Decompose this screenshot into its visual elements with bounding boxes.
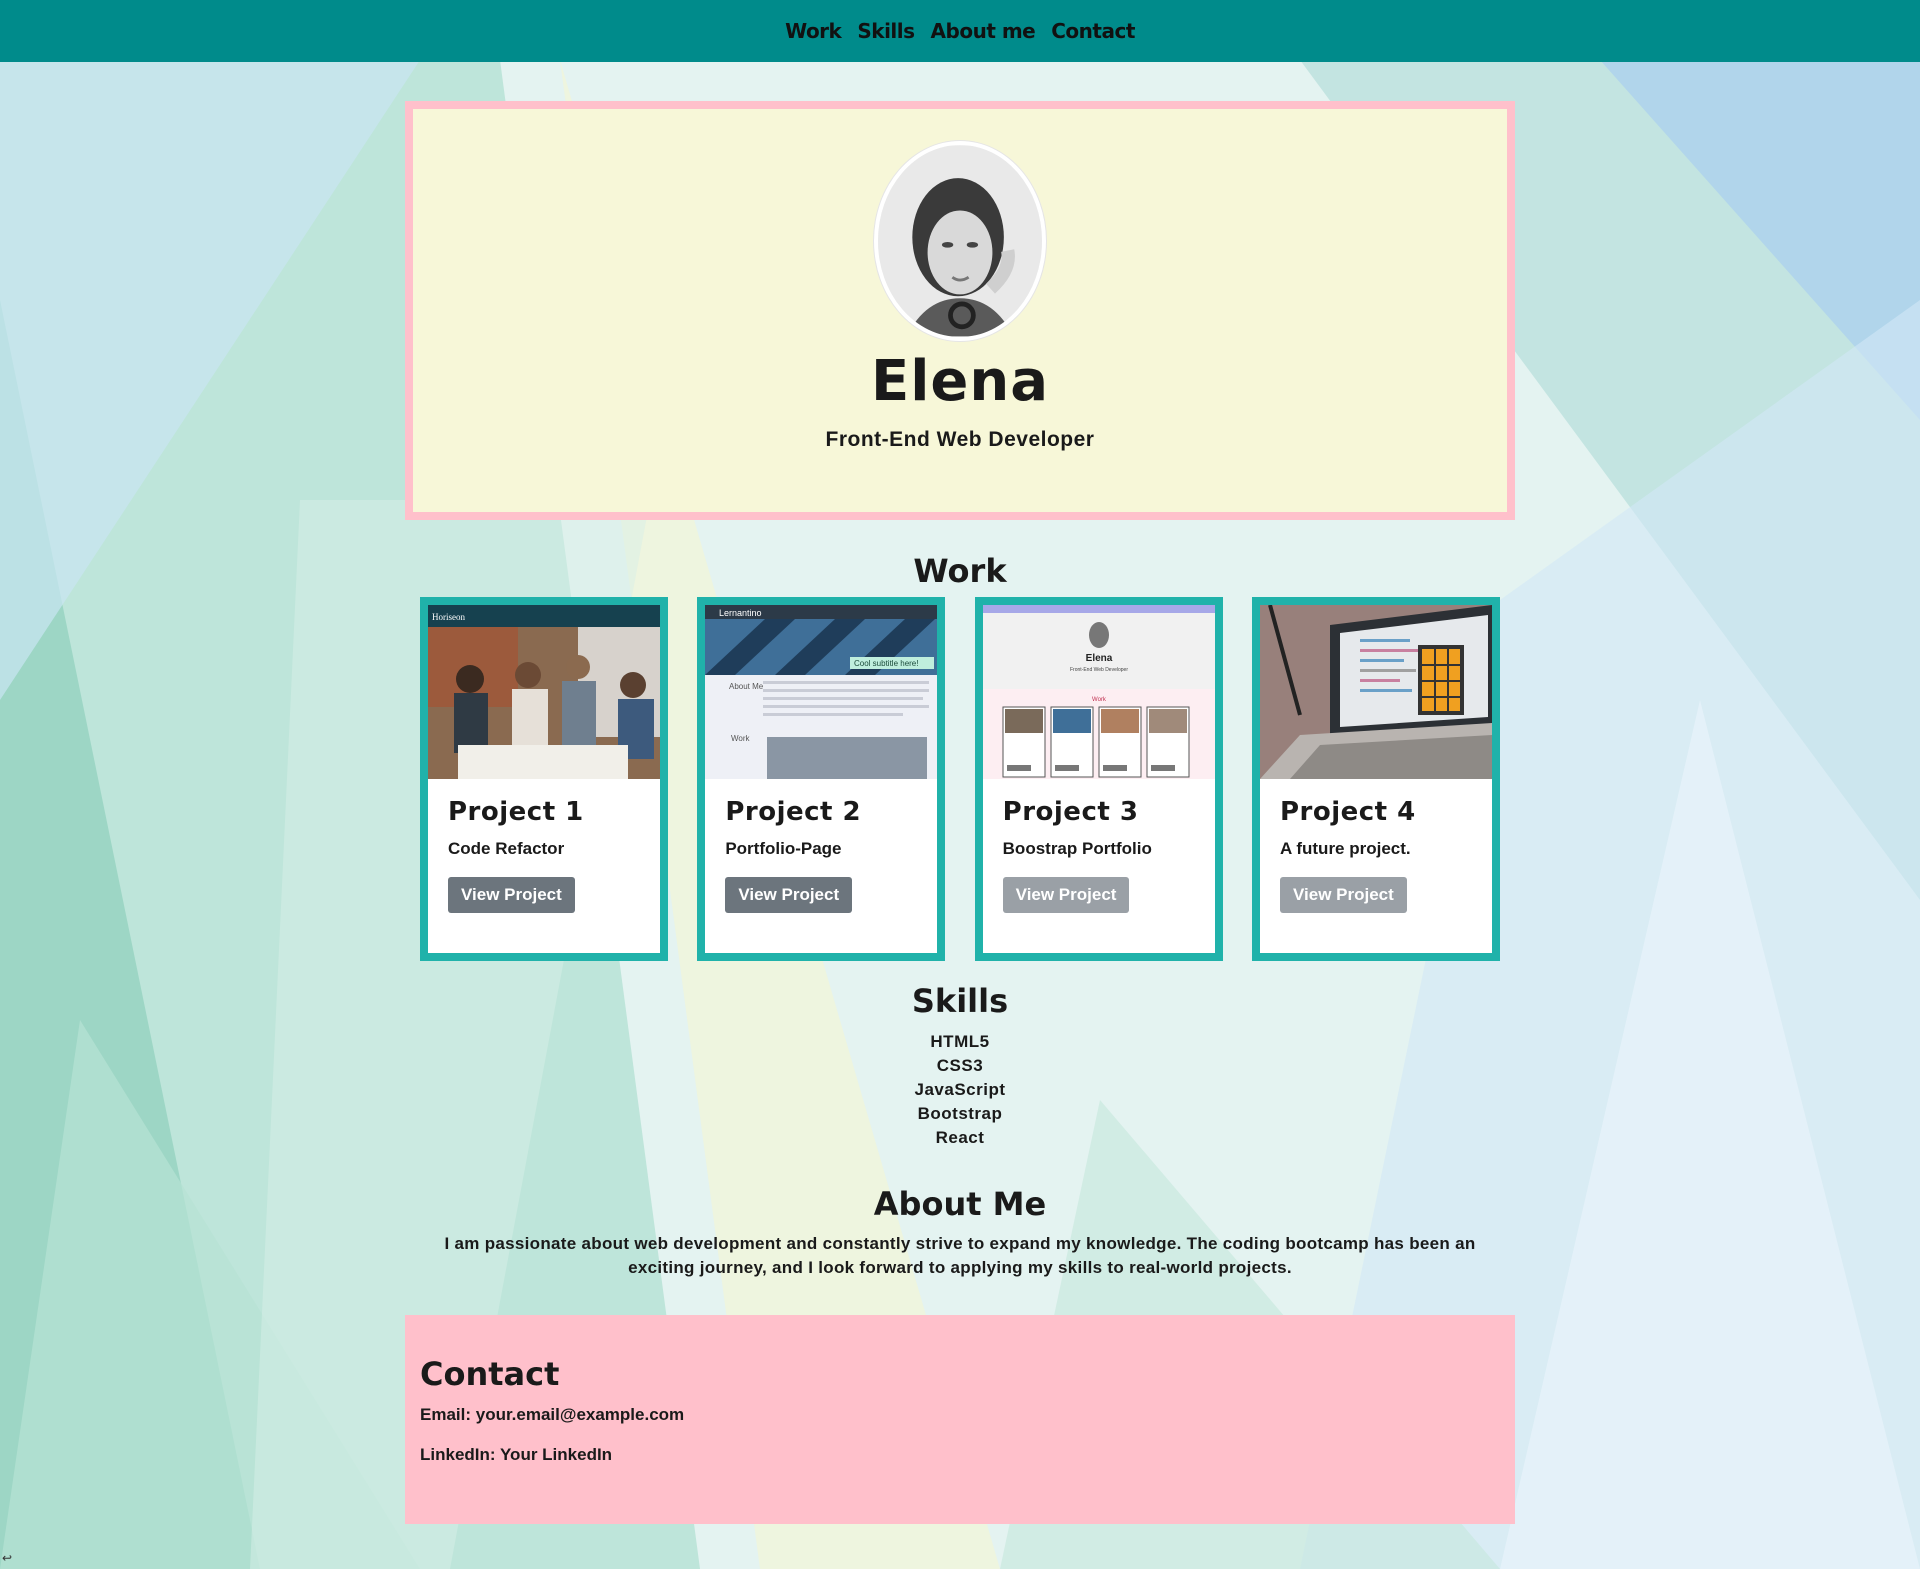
project-description: Boostrap Portfolio — [1002, 839, 1152, 858]
project-thumbnail: Lernantino Cool subtitle here! About Me … — [705, 605, 938, 779]
about-text: I am passionate about web development an… — [444, 1234, 1476, 1277]
project-card-3: Elena Front-End Web Developer Work Proje… — [974, 597, 1223, 961]
view-project-button[interactable]: View Project — [1002, 877, 1130, 913]
skill-item: HTML5 — [930, 1032, 990, 1051]
contact-section: Contact Email: your.email@example.com Li… — [405, 1315, 1515, 1524]
svg-text:Work: Work — [1092, 697, 1107, 703]
project-card-1: Horiseon Project 1 Code Refactor View Pr… — [420, 597, 668, 961]
hero-subtitle: Front-End Web Developer — [825, 428, 1095, 451]
svg-text:Front-End Web Developer: Front-End Web Developer — [1070, 667, 1128, 673]
contact-linkedin: LinkedIn: Your LinkedIn — [420, 1445, 1500, 1465]
svg-text:Cool subtitle here!: Cool subtitle here! — [854, 659, 918, 668]
project-description: Portfolio-Page — [725, 839, 842, 858]
email-link[interactable]: your.email@example.com — [476, 1405, 684, 1424]
project-thumbnail: Elena Front-End Web Developer Work — [982, 605, 1215, 779]
project-thumbnail: Horiseon — [428, 605, 660, 779]
profile-photo — [874, 141, 1046, 341]
project-title: Project 2 — [725, 797, 862, 827]
view-project-button[interactable]: View Project — [725, 877, 853, 913]
nav-link-work[interactable]: Work — [785, 19, 842, 43]
skills-list: HTML5 CSS3 JavaScript Bootstrap React — [405, 1030, 1515, 1150]
skill-item: CSS3 — [936, 1056, 984, 1075]
nav-link-contact[interactable]: Contact — [1051, 19, 1135, 43]
project-title: Project 1 — [448, 797, 584, 827]
work-cards: Horiseon Project 1 Code Refactor View Pr… — [405, 597, 1515, 961]
hero-section: Elena Front-End Web Developer — [405, 101, 1515, 520]
contact-email: Email: your.email@example.com — [420, 1405, 1500, 1425]
project-description: A future project. — [1279, 839, 1411, 858]
linkedin-label: LinkedIn: — [420, 1445, 496, 1464]
hero-name: Elena — [870, 349, 1050, 414]
svg-text:Horiseon: Horiseon — [432, 612, 465, 622]
email-label: Email: — [420, 1405, 472, 1424]
view-project-button[interactable]: View Project — [448, 877, 575, 913]
nav-link-about[interactable]: About me — [931, 19, 1036, 43]
skill-item: React — [935, 1128, 985, 1147]
nav-link-skills[interactable]: Skills — [857, 19, 915, 43]
skill-item: JavaScript — [914, 1080, 1006, 1099]
project-title: Project 3 — [1002, 797, 1139, 827]
return-arrow-icon: ↩ — [2, 1551, 13, 1565]
project-thumbnail — [1259, 605, 1492, 779]
project-title: Project 4 — [1279, 797, 1416, 827]
project-description: Code Refactor — [448, 839, 565, 858]
skill-item: Bootstrap — [917, 1104, 1003, 1123]
svg-text:Work: Work — [731, 734, 751, 743]
project-card-4: Project 4 A future project. View Project — [1251, 597, 1500, 961]
about-heading: About Me — [873, 1185, 1047, 1223]
svg-text:Elena: Elena — [1085, 653, 1112, 664]
contact-heading: Contact — [420, 1355, 560, 1393]
svg-text:About Me: About Me — [729, 682, 764, 691]
work-heading: Work — [913, 552, 1007, 590]
view-project-button[interactable]: View Project — [1279, 877, 1407, 913]
skills-heading: Skills — [911, 982, 1009, 1020]
top-navbar: Work Skills About me Contact — [0, 0, 1920, 62]
linkedin-link[interactable]: Your LinkedIn — [500, 1445, 612, 1464]
svg-text:Lernantino: Lernantino — [719, 608, 762, 618]
project-card-2: Lernantino Cool subtitle here! About Me … — [697, 597, 946, 961]
